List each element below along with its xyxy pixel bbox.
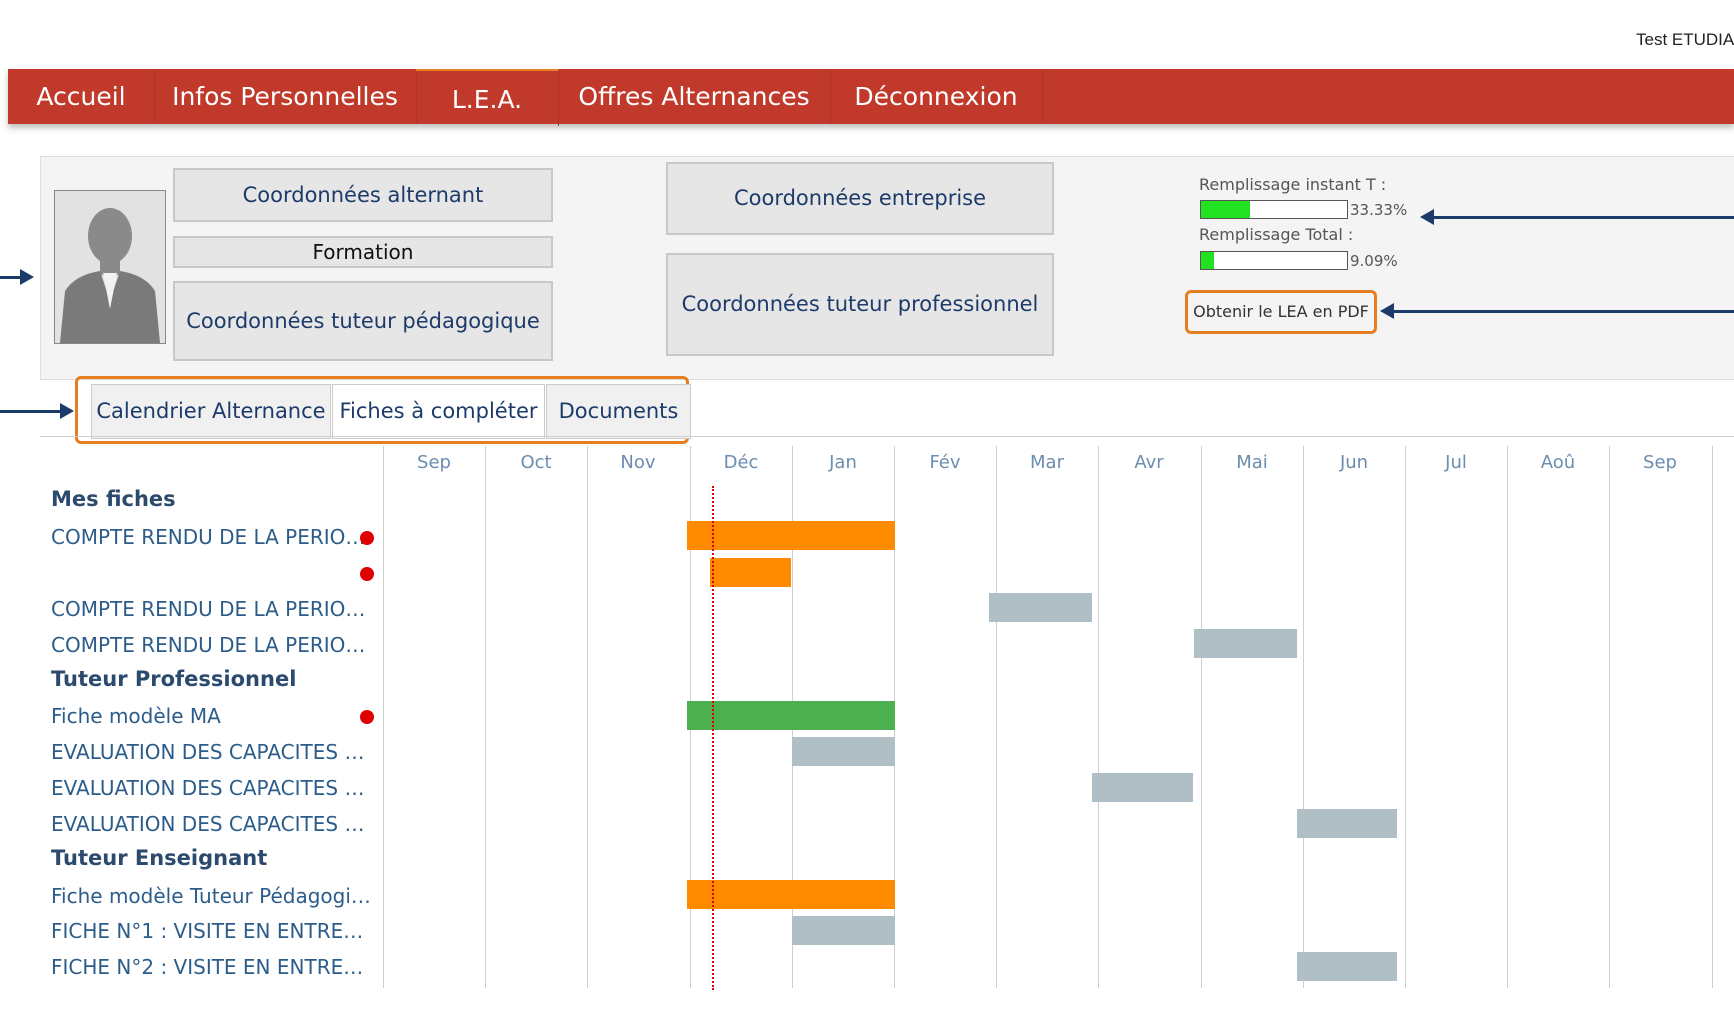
gantt-bar-grey[interactable]: [792, 916, 895, 945]
progress-total-label: Remplissage Total :: [1199, 225, 1354, 244]
alert-dot-icon: [360, 531, 374, 545]
gantt-bar-orange[interactable]: [687, 521, 895, 550]
gantt-bar-green[interactable]: [687, 701, 895, 730]
nav-item-accueil[interactable]: Accueil: [8, 69, 155, 124]
grid-line: [996, 446, 997, 988]
fiche-row-label[interactable]: COMPTE RENDU DE LA PERIODE 3: [51, 633, 371, 657]
progress-total-fill: [1201, 252, 1214, 269]
grid-line: [1098, 446, 1099, 988]
month-label: Avr: [1134, 452, 1164, 473]
progress-instant-value: 33.33%: [1350, 201, 1408, 219]
group-tuteur-professionnel: Tuteur Professionnel: [51, 667, 297, 691]
gantt-bar-grey[interactable]: [989, 593, 1092, 622]
fiche-row-label[interactable]: EVALUATION DES CAPACITES DE L'...: [51, 812, 371, 836]
month-label: Mai: [1236, 452, 1268, 473]
gantt-top-rule: [40, 436, 1734, 437]
get-lea-pdf-button[interactable]: Obtenir le LEA en PDF: [1185, 290, 1377, 334]
nav-item-offres-alternances[interactable]: Offres Alternances: [558, 69, 831, 124]
grid-line: [1507, 446, 1508, 988]
annotation-arrow-tabs: [0, 410, 62, 413]
fiche-row-label[interactable]: COMPTE RENDU DE LA PERIODE 1: [51, 525, 371, 549]
top-header: [0, 0, 1734, 62]
tab-calendrier-alternance[interactable]: Calendrier Alternance: [91, 384, 331, 439]
month-label: Nov: [620, 452, 656, 473]
month-label: Déc: [723, 452, 759, 473]
formation-button[interactable]: Formation: [173, 236, 553, 268]
gantt-bar-grey[interactable]: [1297, 809, 1397, 838]
person-silhouette-icon: [55, 191, 165, 343]
fiche-row-label[interactable]: FICHE N°1 : VISITE EN ENTREPRI...: [51, 919, 371, 943]
fiche-row-label[interactable]: EVALUATION DES CAPACITES DE L'...: [51, 740, 371, 764]
progress-instant-label: Remplissage instant T :: [1199, 175, 1387, 194]
arrow-left-icon: [1380, 303, 1394, 319]
month-label: Mar: [1030, 452, 1064, 473]
arrow-right-icon: [60, 403, 74, 419]
grid-line: [1201, 446, 1202, 988]
today-marker-line: [712, 486, 714, 990]
tab-documents[interactable]: Documents: [546, 384, 691, 439]
fiche-row-label[interactable]: COMPTE RENDU DE LA PERIODE 2: [51, 597, 371, 621]
month-label: Aoû: [1540, 452, 1576, 473]
gantt-bar-grey[interactable]: [792, 737, 895, 766]
gantt-bar-orange[interactable]: [710, 558, 791, 587]
group-tuteur-enseignant: Tuteur Enseignant: [51, 846, 268, 870]
coordonnees-tuteur-professionnel-button[interactable]: Coordonnées tuteur professionnel: [666, 253, 1054, 356]
nav-item-deconnexion[interactable]: Déconnexion: [830, 69, 1043, 124]
progress-total-bar: [1200, 251, 1348, 270]
progress-instant-fill: [1201, 201, 1250, 218]
tab-fiches-a-completer[interactable]: Fiches à compléter: [332, 384, 545, 439]
fiche-row-label[interactable]: Fiche modèle MA: [51, 704, 221, 728]
user-name[interactable]: Test ETUDIANT: [1636, 30, 1734, 50]
gantt-bar-orange[interactable]: [687, 880, 895, 909]
gantt-bar-grey[interactable]: [1297, 952, 1397, 981]
fiche-row-label[interactable]: FICHE N°2 : VISITE EN ENTREPRI...: [51, 955, 371, 979]
grid-line: [1303, 446, 1304, 988]
grid-line: [1609, 446, 1610, 988]
grid-line: [485, 446, 486, 988]
month-label: Jan: [829, 452, 857, 473]
alert-dot-icon: [360, 567, 374, 581]
annotation-arrow-pdf: [1392, 310, 1734, 313]
grid-line: [383, 446, 384, 988]
avatar: [54, 190, 166, 344]
grid-line: [1405, 446, 1406, 988]
arrow-right-icon: [20, 269, 34, 285]
month-label: Jul: [1445, 452, 1467, 473]
grid-line: [587, 446, 588, 988]
grid-line: [1712, 446, 1713, 988]
alert-dot-icon: [360, 710, 374, 724]
gantt-bar-grey[interactable]: [1092, 773, 1193, 802]
month-label: Oct: [520, 452, 552, 473]
fiche-row-label[interactable]: EVALUATION DES CAPACITES DE L'...: [51, 776, 371, 800]
month-label: Jun: [1339, 452, 1369, 473]
annotation-arrow-progress: [1432, 216, 1734, 219]
main-nav: Accueil Infos Personnelles L.E.A. Offres…: [8, 69, 1734, 126]
arrow-left-icon: [1420, 209, 1434, 225]
group-mes-fiches: Mes fiches: [51, 487, 176, 511]
fiche-row-label[interactable]: Fiche modèle Tuteur Pédagogique: [51, 884, 371, 908]
month-label: Sep: [1643, 452, 1677, 473]
nav-item-lea[interactable]: L.E.A.: [416, 69, 559, 126]
coordonnees-tuteur-pedagogique-button[interactable]: Coordonnées tuteur pédagogique: [173, 281, 553, 361]
progress-instant-bar: [1200, 200, 1348, 219]
progress-total-value: 9.09%: [1350, 252, 1398, 270]
coordonnees-entreprise-button[interactable]: Coordonnées entreprise: [666, 162, 1054, 235]
coordonnees-alternant-button[interactable]: Coordonnées alternant: [173, 168, 553, 222]
annotation-arrow-avatar: [0, 276, 22, 279]
gantt-bar-grey[interactable]: [1194, 629, 1297, 658]
month-label: Sep: [417, 452, 451, 473]
nav-item-infos-personnelles[interactable]: Infos Personnelles: [154, 69, 417, 124]
month-label: Fév: [929, 452, 961, 473]
